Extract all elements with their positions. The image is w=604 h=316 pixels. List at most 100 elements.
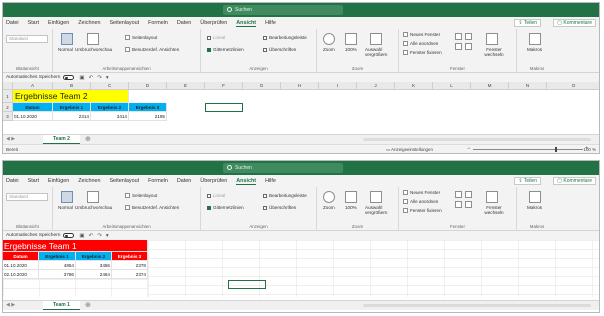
save-icon[interactable]: ▣ xyxy=(79,75,84,81)
tab-insert[interactable]: Einfügen xyxy=(48,20,69,26)
comments-button[interactable]: ▢ Kommentare xyxy=(553,177,596,185)
header-cell[interactable]: Datum xyxy=(13,103,53,112)
autosave-toggle[interactable] xyxy=(63,233,75,238)
redo-icon[interactable]: ↷ xyxy=(97,75,102,81)
zoom-selection-icon[interactable] xyxy=(370,191,382,203)
ruler-checkbox[interactable]: Lineal xyxy=(207,35,225,40)
ruler-checkbox[interactable]: Lineal xyxy=(207,193,225,198)
normal-view-icon[interactable] xyxy=(61,191,73,203)
data-cell[interactable]: 01.10.2020 xyxy=(3,261,39,270)
column-header[interactable]: F xyxy=(205,82,243,90)
macros-icon[interactable] xyxy=(529,33,541,45)
tab-file[interactable]: Datei xyxy=(6,178,19,184)
customize-toolbar-icon[interactable]: ▾ xyxy=(106,75,109,81)
search-input[interactable]: Suchen xyxy=(223,5,343,15)
hide-icon[interactable] xyxy=(455,201,462,208)
hide-icon[interactable] xyxy=(455,43,462,50)
data-cell[interactable]: 2314 xyxy=(53,112,91,121)
tab-review[interactable]: Überprüfen xyxy=(200,178,227,184)
header-cell[interactable]: Ergebnis 2 xyxy=(76,252,112,261)
zoom-slider-knob[interactable] xyxy=(555,147,557,152)
column-header[interactable]: A xyxy=(13,82,53,90)
horizontal-scrollbar[interactable] xyxy=(363,138,591,141)
formula-bar-checkbox[interactable]: Bearbeitungsleiste xyxy=(263,35,307,40)
select-all-corner[interactable] xyxy=(3,82,13,90)
zoom-level[interactable]: 100 % xyxy=(584,147,596,152)
empty-cells[interactable] xyxy=(3,279,148,297)
page-layout-button[interactable]: Seitenlayout xyxy=(125,193,157,198)
data-cell[interactable]: 2378 xyxy=(112,261,148,270)
new-window-button[interactable]: Neues Fenster xyxy=(403,32,440,37)
data-cell[interactable]: 02.10.2020 xyxy=(3,270,39,279)
column-header[interactable]: H xyxy=(281,82,319,90)
formula-bar-checkbox[interactable]: Bearbeitungsleiste xyxy=(263,193,307,198)
sheet-tab-team2[interactable]: Team 2 xyxy=(43,135,80,144)
search-input[interactable]: Suchen xyxy=(223,163,343,173)
add-sheet-icon[interactable]: ⊕ xyxy=(85,135,91,144)
gridlines-checkbox[interactable]: Gitternetzlinien xyxy=(207,47,244,52)
tab-file[interactable]: Datei xyxy=(6,20,19,26)
tab-draw[interactable]: Zeichnen xyxy=(78,20,100,26)
page-break-icon[interactable] xyxy=(87,191,99,203)
header-cell[interactable]: Datum xyxy=(3,252,39,261)
tab-data[interactable]: Daten xyxy=(177,178,191,184)
zoom-icon[interactable] xyxy=(323,191,335,203)
column-header[interactable]: O xyxy=(547,82,599,90)
share-button[interactable]: ⇪ Teilen xyxy=(514,177,541,185)
data-cell[interactable]: 3414 xyxy=(91,112,129,121)
freeze-panes-button[interactable]: Fenster fixieren xyxy=(403,208,442,213)
tab-formulas[interactable]: Formeln xyxy=(148,20,168,26)
zoom-slider[interactable] xyxy=(473,149,583,150)
data-cell[interactable]: 2464 xyxy=(76,270,112,279)
split-icon[interactable] xyxy=(455,191,462,198)
zoom-out-icon[interactable]: − xyxy=(467,146,471,152)
column-header[interactable]: C xyxy=(91,82,129,90)
page-break-icon[interactable] xyxy=(87,33,99,45)
sheet-tab-team1[interactable]: Team 1 xyxy=(43,301,80,310)
column-header[interactable]: M xyxy=(471,82,509,90)
customize-toolbar-icon[interactable]: ▾ xyxy=(106,233,109,239)
tab-home[interactable]: Start xyxy=(28,178,39,184)
add-sheet-icon[interactable]: ⊕ xyxy=(85,301,91,310)
autosave-toggle[interactable] xyxy=(63,75,75,80)
zoom-100-icon[interactable] xyxy=(345,191,357,203)
column-header[interactable]: I xyxy=(319,82,357,90)
spreadsheet-grid[interactable]: A B C D E F G H I J K L M N O 1 2 3 Erge… xyxy=(3,82,599,126)
row-header-1[interactable]: 1 xyxy=(3,90,13,103)
redo-icon[interactable]: ↷ xyxy=(97,233,102,239)
sync-scroll-icon[interactable] xyxy=(465,201,472,208)
column-header[interactable]: G xyxy=(243,82,281,90)
column-header[interactable]: N xyxy=(509,82,547,90)
header-cell[interactable]: Ergebnis 2 xyxy=(91,103,129,112)
headings-checkbox[interactable]: Überschriften xyxy=(263,47,296,52)
header-cell[interactable]: Ergebnis 3 xyxy=(129,103,167,112)
active-cell[interactable] xyxy=(205,103,243,112)
switch-windows-icon[interactable] xyxy=(486,33,498,45)
header-cell[interactable]: Ergebnis 1 xyxy=(39,252,76,261)
custom-views-button[interactable]: Benutzerdef. Ansichten xyxy=(125,205,179,210)
view-side-by-side-icon[interactable] xyxy=(465,191,472,198)
data-cell[interactable]: 4854 xyxy=(39,261,76,270)
data-cell[interactable]: 3456 xyxy=(76,261,112,270)
data-cell[interactable]: 3786 xyxy=(39,270,76,279)
headings-checkbox[interactable]: Überschriften xyxy=(263,205,296,210)
sync-scroll-icon[interactable] xyxy=(465,43,472,50)
tab-view[interactable]: Ansicht xyxy=(236,178,257,185)
gridlines-checkbox[interactable]: Gitternetzlinien xyxy=(207,205,244,210)
tab-review[interactable]: Überprüfen xyxy=(200,20,227,26)
arrange-all-button[interactable]: Alle anordnen xyxy=(403,41,438,46)
zoom-100-icon[interactable] xyxy=(345,33,357,45)
macros-icon[interactable] xyxy=(529,191,541,203)
comments-button[interactable]: ▢ Kommentare xyxy=(553,19,596,27)
tab-insert[interactable]: Einfügen xyxy=(48,178,69,184)
zoom-icon[interactable] xyxy=(323,33,335,45)
view-side-by-side-icon[interactable] xyxy=(465,33,472,40)
column-header[interactable]: D xyxy=(129,82,167,90)
horizontal-scrollbar[interactable] xyxy=(363,304,591,307)
column-header[interactable]: K xyxy=(395,82,433,90)
title-cell[interactable]: Ergebnisse Team 1 xyxy=(3,240,148,252)
header-cell[interactable]: Ergebnis 1 xyxy=(53,103,91,112)
tab-page-layout[interactable]: Seitenlayout xyxy=(109,178,139,184)
save-icon[interactable]: ▣ xyxy=(79,233,84,239)
data-cell[interactable]: 2195 xyxy=(129,112,167,121)
